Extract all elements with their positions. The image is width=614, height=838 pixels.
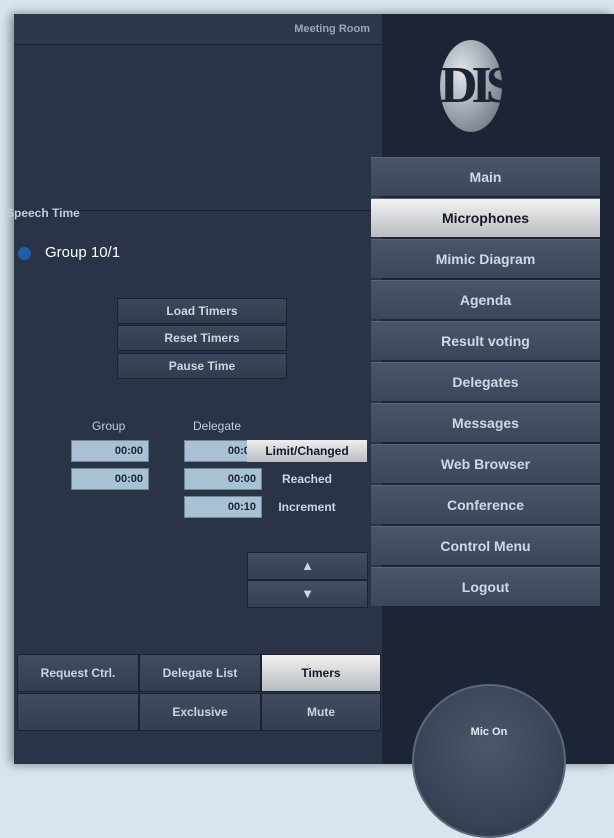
group-limit-value[interactable]: 00:00 xyxy=(71,440,149,462)
main-nav: Main Microphones Mimic Diagram Agenda Re… xyxy=(371,157,600,608)
increment-down-button[interactable]: ▼ xyxy=(247,580,368,608)
increment-up-button[interactable]: ▲ xyxy=(247,552,368,580)
nav-control-menu[interactable]: Control Menu xyxy=(371,526,600,565)
nav-mimic-diagram[interactable]: Mimic Diagram xyxy=(371,239,600,278)
group-name: Group 10/1 xyxy=(45,244,121,261)
nav-delegates[interactable]: Delegates xyxy=(371,362,600,401)
nav-main[interactable]: Main xyxy=(371,157,600,196)
dis-logo-text: DIS xyxy=(440,57,502,114)
room-title: Meeting Room xyxy=(294,23,370,35)
timers-button[interactable]: Timers xyxy=(261,654,381,692)
group-column-label: Group xyxy=(92,419,126,433)
nav-agenda[interactable]: Agenda xyxy=(371,280,600,319)
dis-logo: DIS xyxy=(440,40,502,132)
mic-on-label: Mic On xyxy=(470,726,508,738)
empty-bottom-button[interactable] xyxy=(17,693,139,731)
delegate-list-button[interactable]: Delegate List xyxy=(139,654,261,692)
increment-label: Increment xyxy=(278,500,336,514)
mic-on-button[interactable]: Mic On xyxy=(412,684,566,838)
nav-messages[interactable]: Messages xyxy=(371,403,600,442)
reached-label: Reached xyxy=(281,472,333,486)
speech-time-label: Speech Time xyxy=(6,206,80,220)
nav-web-browser[interactable]: Web Browser xyxy=(371,444,600,483)
top-bar: Meeting Room xyxy=(14,14,382,45)
reset-timers-button[interactable]: Reset Timers xyxy=(117,325,287,351)
nav-result-voting[interactable]: Result voting xyxy=(371,321,600,360)
delegate-column-label: Delegate xyxy=(193,419,242,433)
pause-time-button[interactable]: Pause Time xyxy=(117,353,287,379)
request-ctrl-button[interactable]: Request Ctrl. xyxy=(17,654,139,692)
arrow-up-icon: ▲ xyxy=(301,558,314,573)
nav-logout[interactable]: Logout xyxy=(371,567,600,606)
exclusive-button[interactable]: Exclusive xyxy=(139,693,261,731)
arrow-down-icon: ▼ xyxy=(301,586,314,601)
nav-conference[interactable]: Conference xyxy=(371,485,600,524)
nav-microphones[interactable]: Microphones xyxy=(371,198,600,237)
group-reached-value[interactable]: 00:00 xyxy=(71,468,149,490)
load-timers-button[interactable]: Load Timers xyxy=(117,298,287,324)
group-status-dot xyxy=(18,247,31,260)
mute-button[interactable]: Mute xyxy=(261,693,381,731)
limit-changed-label[interactable]: Limit/Changed xyxy=(247,440,367,462)
